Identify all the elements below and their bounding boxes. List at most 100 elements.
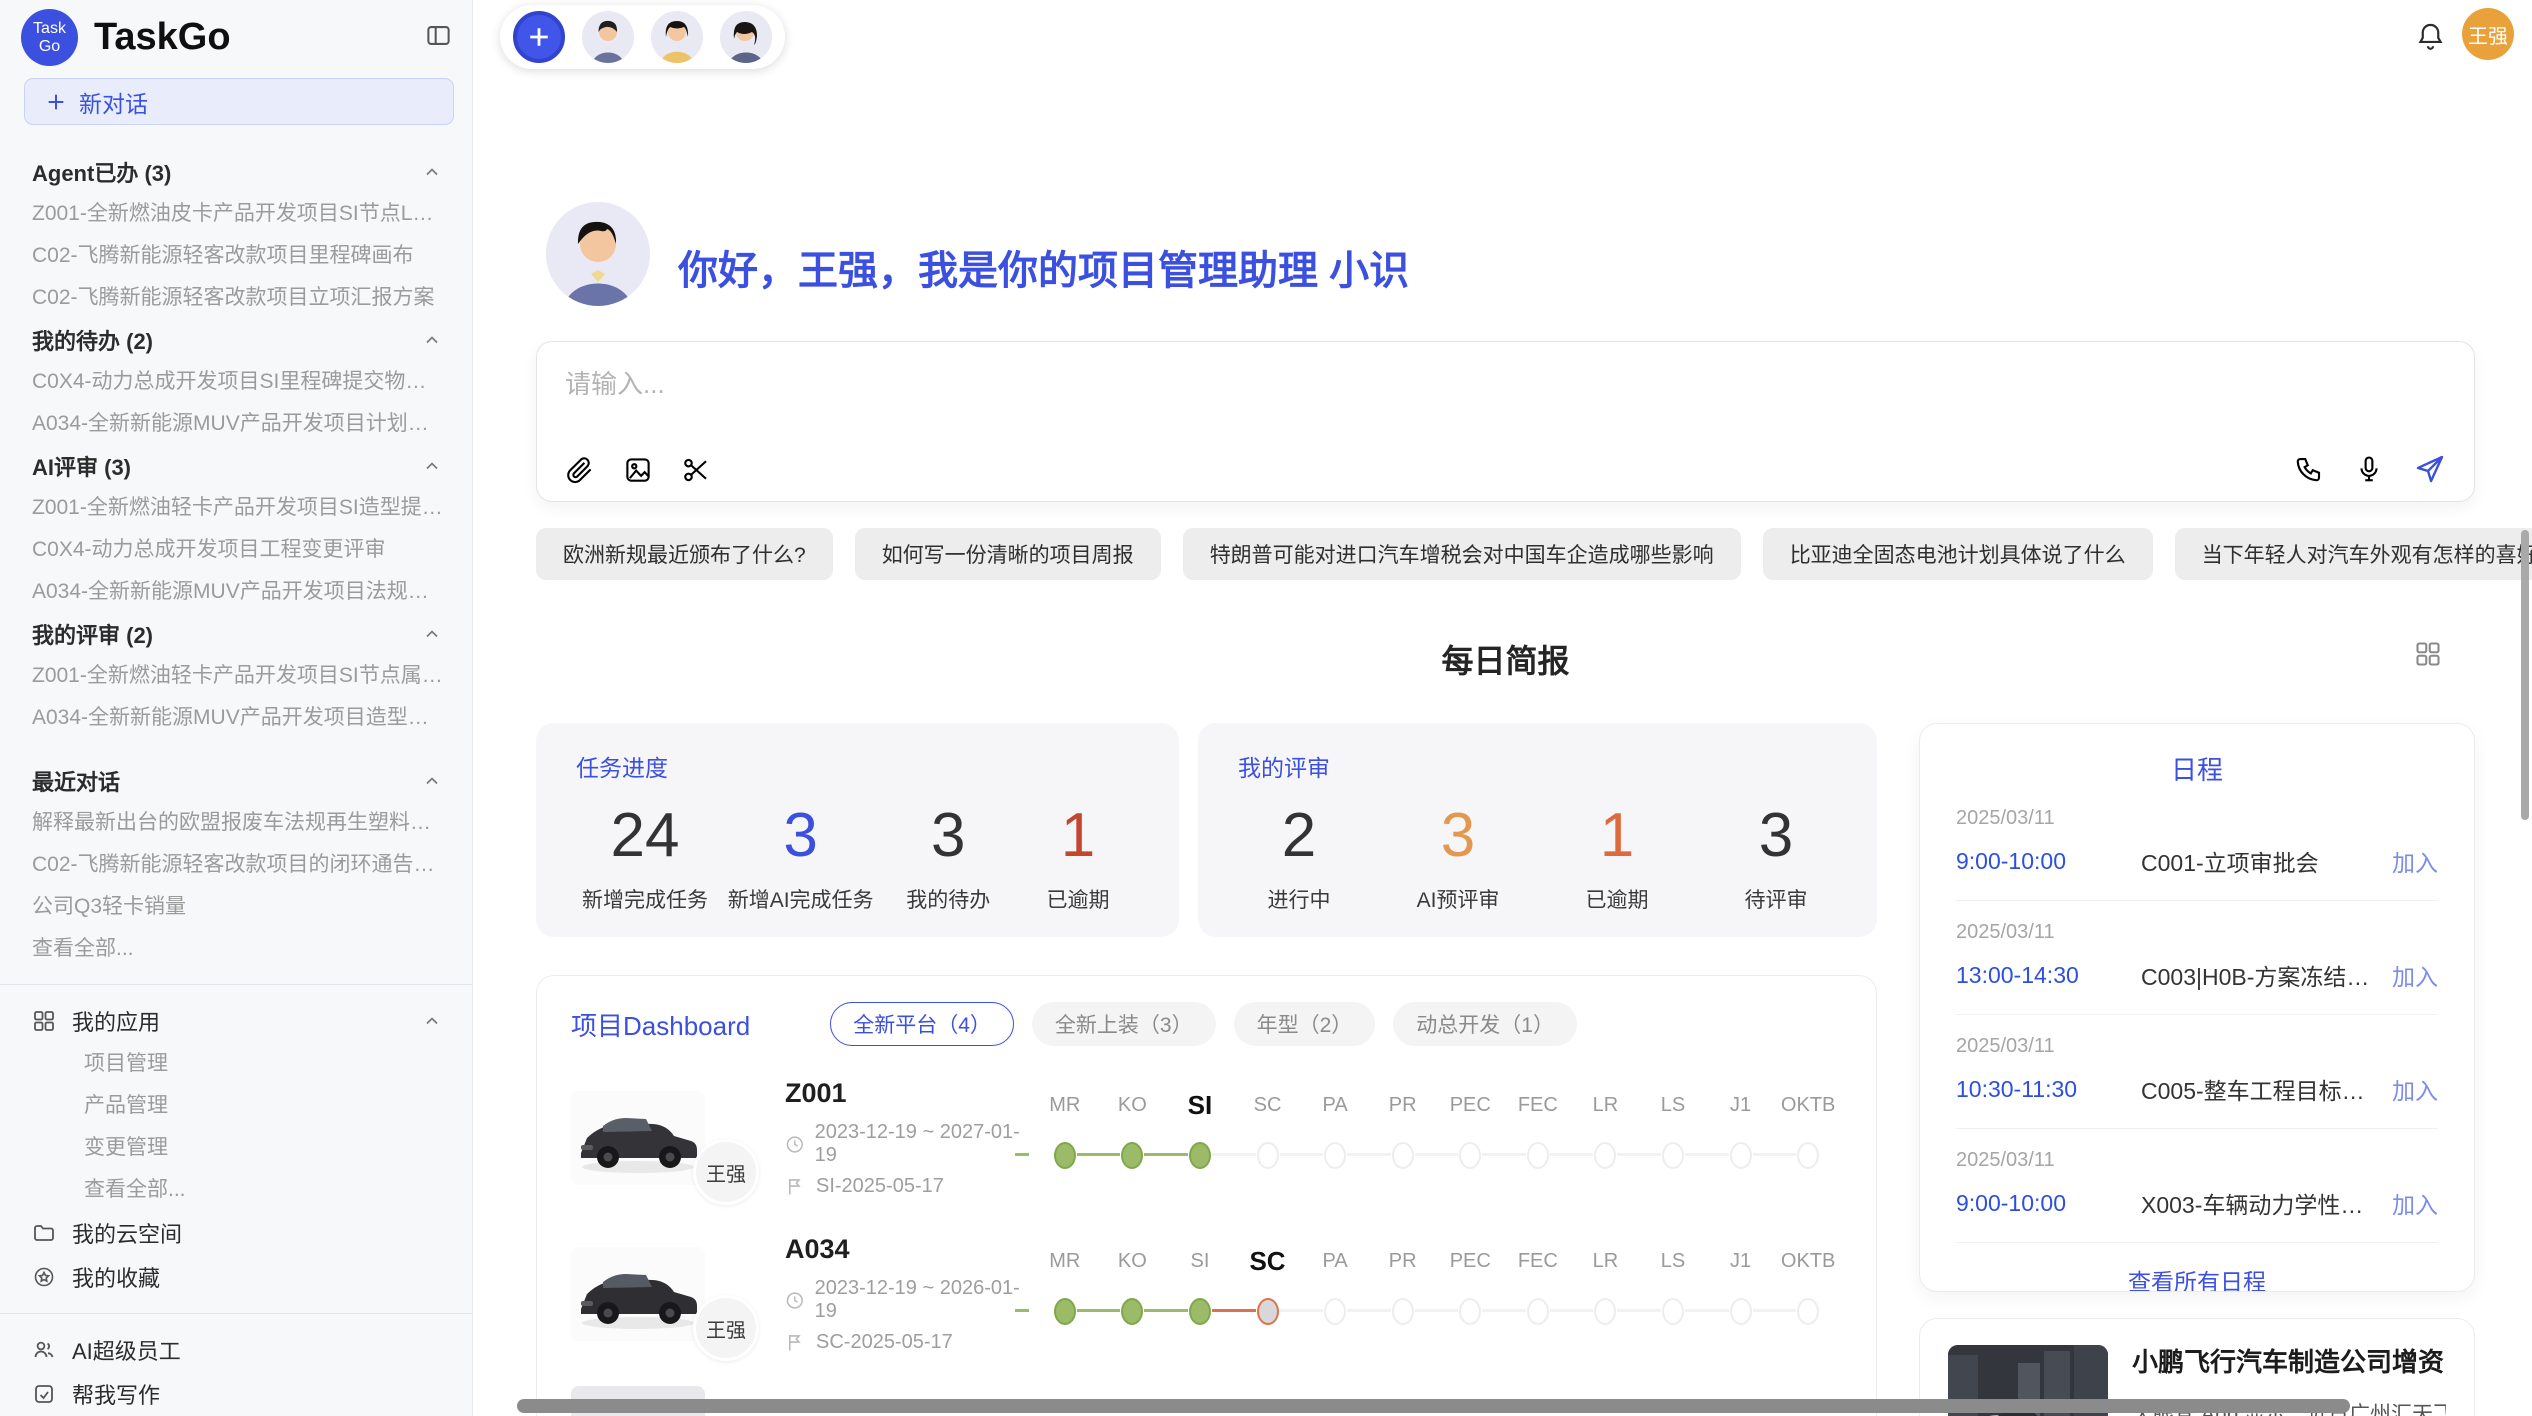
chat-input[interactable] [565,364,2165,424]
sidebar-item[interactable]: C02-飞腾新能源轻客改款项目立项汇报方案 [0,277,472,319]
milestone-dot [1257,1298,1279,1325]
sidebar-item[interactable]: C0X4-动力总成开发项目SI里程碑提交物检查 [0,361,472,403]
layout-toggle-button[interactable] [2414,640,2442,668]
sidebar-item-favorites[interactable]: 我的收藏 [0,1255,472,1299]
milestone-dot [1121,1298,1143,1325]
suggestion-chip[interactable]: 比亚迪全固态电池计划具体说了什么 [1763,528,2153,580]
milestone-dot [1594,1142,1616,1169]
truck-photo-icon [571,1091,705,1185]
milestone-ko: KO [1099,1238,1167,1350]
section-header-my-review[interactable]: 我的评审 (2) [0,613,472,655]
milestone-mr: MR [1031,1238,1099,1350]
stat-pending-review: 3 待评审 [1721,789,1831,914]
sidebar-item[interactable]: Z001-全新燃油轻卡产品开发项目SI节点属性5D文件评审 [0,655,472,697]
project-dates: 2023-12-19 ~ 2027-01-19 [785,1121,1027,1167]
sidebar-item-my-apps[interactable]: 我的应用 [0,999,472,1043]
sidebar-item[interactable]: A034-全新新能源MUV产品开发项目造型可行性评审 [0,697,472,739]
sidebar-item[interactable]: 公司Q3轻卡销量 [0,886,472,928]
sidebar-item-cloud-space[interactable]: 我的云空间 [0,1211,472,1255]
mic-button[interactable] [2354,454,2384,484]
chevron-up-icon [422,624,442,644]
send-button[interactable] [2414,453,2446,485]
sidebar-toggle-button[interactable] [425,22,452,49]
schedule-item: 2025/03/11 9:00-10:00 C001-立项审批会 加入 [1920,787,2474,894]
sidebar-item[interactable]: A034-全新新能源MUV产品开发项目法规符合性评审 [0,571,472,613]
section-header-my-todo[interactable]: 我的待办 (2) [0,319,472,361]
notifications-button[interactable] [2415,21,2446,52]
section-header-ai-review[interactable]: AI评审 (3) [0,445,472,487]
suggestion-chip[interactable]: 如何写一份清晰的项目周报 [855,528,1161,580]
sidebar-item[interactable]: C02-飞腾新能源轻客改款项目的闭环通告反馈情况 [0,844,472,886]
sidebar-item-change-mgmt[interactable]: 变更管理 [0,1127,472,1169]
sidebar-item[interactable]: 解释最新出台的欧盟报废车法规再生塑料比例被调至15%... [0,802,472,844]
milestone-chain: MR KO SI SC PA PR PEC FEC LR LS J1 OKTB [1031,1082,1842,1194]
sidebar-item[interactable]: Z001-全新燃油皮卡产品开发项目SI节点Lesson Learn报告 [0,193,472,235]
schedule-date: 2025/03/11 [1956,807,2438,830]
schedule-item: 2025/03/11 9:00-10:00 X003-车辆动力学性能验... 加… [1920,1129,2474,1236]
project-row-z001[interactable]: 王强 Z001 2023-12-19 ~ 2027-01-19 SI-2025-… [537,1056,1876,1212]
section-title: Agent已办 (3) [32,156,171,188]
composer-tools-right [2294,453,2446,485]
sidebar-item[interactable]: A034-全新新能源MUV产品开发项目计划变更表编写 [0,403,472,445]
sidebar: Task Go TaskGo 新对话 Agent已办 (3) Z001-全新燃油… [0,0,473,1416]
sidebar-item-project-mgmt[interactable]: 项目管理 [0,1043,472,1085]
milestone-ls: LS [1639,1082,1707,1194]
agent-avatar-3[interactable] [720,11,772,63]
join-link[interactable]: 加入 [2392,844,2438,878]
app-title: TaskGo [94,16,231,59]
view-all-schedule-link[interactable]: 查看所有日程 [1920,1263,2474,1292]
quick-actions-bar [500,5,785,69]
milestone-dot [1662,1142,1684,1169]
snippet-button[interactable] [681,455,711,485]
join-link[interactable]: 加入 [2392,1072,2438,1106]
assistant-illustration-icon [546,202,650,306]
project-row-a034[interactable]: 王强 A034 2023-12-19 ~ 2026-01-19 SC-2025-… [537,1212,1876,1368]
person-illustration-icon [651,11,703,63]
user-avatar[interactable]: 王强 [2462,8,2514,60]
milestone-sc-current: SC [1234,1238,1302,1350]
tab-powertrain[interactable]: 动总开发（1） [1393,1002,1577,1046]
suggestion-chip[interactable]: 欧洲新规最近颁布了什么? [536,528,833,580]
suggestion-chip[interactable]: 当下年轻人对汽车外观有怎样的喜好趋势 [2175,528,2532,580]
agent-avatar-2[interactable] [651,11,703,63]
vertical-scrollbar[interactable] [2521,530,2529,820]
milestone-sc: SC [1234,1082,1302,1194]
attach-button[interactable] [565,455,595,485]
sidebar-header: Task Go TaskGo [0,0,472,66]
horizontal-scrollbar[interactable] [517,1399,2350,1413]
milestone-chain: MR KO SI SC PA PR PEC FEC LR LS J1 OKTB [1031,1238,1842,1350]
milestone-fec: FEC [1504,1082,1572,1194]
tab-new-body[interactable]: 全新上装（3） [1032,1002,1216,1046]
image-upload-button[interactable] [623,455,653,485]
sidebar-item[interactable]: Z001-全新燃油轻卡产品开发项目SI造型提交物评审 [0,487,472,529]
sidebar-item-view-all-apps[interactable]: 查看全部... [0,1169,472,1211]
voice-call-button[interactable] [2294,454,2324,484]
section-header-agent-done[interactable]: Agent已办 (3) [0,151,472,193]
sidebar-item-help-write[interactable]: 帮我写作 [0,1372,472,1416]
join-link[interactable]: 加入 [2392,958,2438,992]
dashboard-title: 项目Dashboard [571,1006,750,1043]
agent-avatar-1[interactable] [582,11,634,63]
join-link[interactable]: 加入 [2392,1186,2438,1220]
my-apps-label: 我的应用 [72,1005,160,1037]
person-illustration-icon [720,11,772,63]
sidebar-item-ai-employee[interactable]: AI超级员工 [0,1328,472,1372]
tab-model-year[interactable]: 年型（2） [1234,1002,1376,1046]
milestone-j1: J1 [1707,1238,1775,1350]
sidebar-item-view-all[interactable]: 查看全部... [0,928,472,970]
sidebar-item-product-mgmt[interactable]: 产品管理 [0,1085,472,1127]
tab-new-platform[interactable]: 全新平台（4） [830,1002,1014,1046]
suggestion-chip[interactable]: 特朗普可能对进口汽车增税会对中国车企造成哪些影响 [1183,528,1741,580]
schedule-event-title: C003|H0B-方案冻结评审 [2141,958,2378,992]
sidebar-item[interactable]: C02-飞腾新能源轻客改款项目里程碑画布 [0,235,472,277]
writing-icon [32,1382,56,1406]
section-header-recent-chats[interactable]: 最近对话 [0,760,472,802]
schedule-time: 13:00-14:30 [1956,962,2141,989]
add-agent-button[interactable] [513,11,565,63]
new-chat-button[interactable]: 新对话 [24,78,454,125]
cloud-space-label: 我的云空间 [72,1217,182,1249]
milestone-mr: MR [1031,1082,1099,1194]
schedule-date: 2025/03/11 [1956,1149,2438,1172]
sidebar-item[interactable]: C0X4-动力总成开发项目工程变更评审 [0,529,472,571]
schedule-event-title: X003-车辆动力学性能验... [2141,1186,2378,1220]
